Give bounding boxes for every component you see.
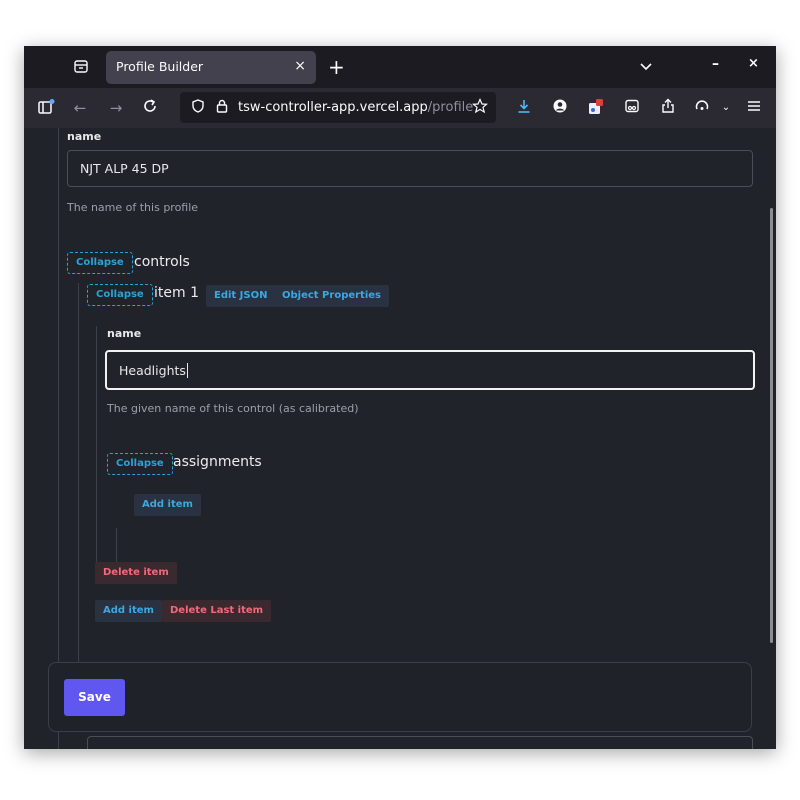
nav-bar: ← → tsw-controller-app.vercel.app/profil… [24, 88, 776, 128]
bookmark-star-icon[interactable] [470, 98, 490, 118]
controls-title: controls [134, 254, 190, 270]
chevron-down-icon[interactable] [638, 58, 654, 74]
browser-window: Profile Builder × + – × ← → tsw-controll… [24, 46, 776, 749]
download-icon[interactable] [514, 98, 534, 118]
minimize-button[interactable]: – [712, 56, 719, 72]
save-panel: Save [48, 662, 752, 732]
tab-title: Profile Builder [116, 59, 204, 74]
browser-tab[interactable]: Profile Builder × [106, 51, 316, 84]
reload-icon[interactable] [140, 98, 160, 118]
control-name-label: name [107, 327, 142, 340]
account-icon[interactable] [550, 98, 570, 118]
text-caret [186, 362, 188, 378]
control-name-input[interactable]: Headlights [105, 350, 755, 390]
save-button[interactable]: Save [64, 679, 125, 716]
page-content: name NJT ALP 45 DP The name of this prof… [24, 128, 776, 749]
back-icon[interactable]: ← [70, 98, 90, 118]
delete-item-button[interactable]: Delete item [95, 562, 177, 584]
profile-name-input[interactable]: NJT ALP 45 DP [67, 150, 753, 187]
tab-strip: Profile Builder × + – × [24, 46, 776, 88]
edit-json-button[interactable]: Edit JSON [206, 285, 276, 307]
reader-icon[interactable] [622, 98, 642, 118]
chevron-down-icon[interactable]: ⌄ [716, 98, 736, 118]
indent-guide [78, 283, 79, 676]
shield-icon[interactable] [188, 98, 208, 118]
item-collapse-button[interactable]: Collapse [87, 284, 153, 306]
next-field-peek [87, 736, 753, 749]
menu-icon[interactable] [744, 98, 764, 118]
profile-name-label: name [67, 130, 102, 143]
tab-list-icon[interactable] [72, 58, 90, 76]
controls-add-item-button[interactable]: Add item [95, 600, 162, 622]
profile-name-value: NJT ALP 45 DP [80, 161, 169, 176]
url-text: tsw-controller-app.vercel.app/profile [238, 100, 474, 115]
sidebar-icon[interactable] [36, 98, 56, 118]
indent-guide [116, 528, 117, 566]
scrollbar[interactable] [770, 208, 773, 643]
object-properties-button[interactable]: Object Properties [274, 285, 390, 307]
delete-last-item-button[interactable]: Delete Last item [162, 600, 272, 622]
lock-icon[interactable] [212, 98, 232, 118]
control-name-help: The given name of this control (as calib… [107, 402, 359, 415]
profile-name-help: The name of this profile [67, 201, 199, 214]
indent-guide [96, 326, 97, 566]
assignments-collapse-button[interactable]: Collapse [107, 453, 173, 475]
window-close-button[interactable]: × [748, 56, 759, 71]
share-icon[interactable] [658, 98, 678, 118]
item-title: item 1 [154, 285, 199, 301]
assignments-title: assignments [173, 454, 262, 470]
tab-close-icon[interactable]: × [294, 58, 306, 74]
new-tab-button[interactable]: + [328, 55, 345, 79]
extension-icon[interactable] [586, 98, 606, 118]
controls-collapse-button[interactable]: Collapse [67, 252, 133, 274]
url-bar[interactable]: tsw-controller-app.vercel.app/profile [180, 92, 496, 123]
control-name-value: Headlights [119, 362, 186, 378]
sync-icon[interactable] [692, 98, 712, 118]
indent-guide [58, 128, 59, 749]
assignments-add-item-button[interactable]: Add item [134, 494, 201, 516]
forward-icon[interactable]: → [106, 98, 126, 118]
